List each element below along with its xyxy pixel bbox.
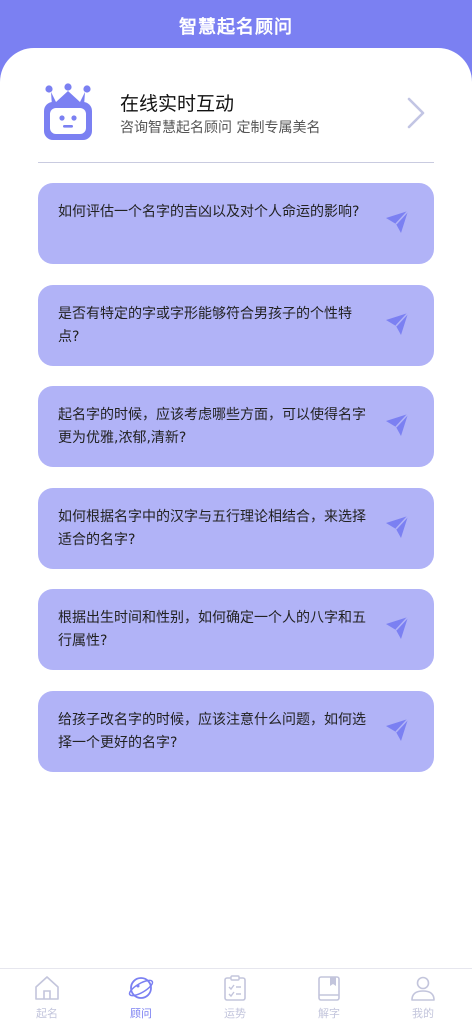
planet-icon (128, 977, 154, 999)
tab-label: 我的 (412, 1007, 434, 1020)
send-icon[interactable] (384, 514, 410, 540)
question-card[interactable]: 根据出生时间和性别，如何确定一个人的八字和五行属性? (38, 589, 434, 670)
send-icon[interactable] (384, 717, 410, 743)
book-icon (318, 976, 340, 1001)
question-text: 如何评估一个名字的吉凶以及对个人命运的影响? (58, 204, 360, 220)
question-card[interactable]: 如何根据名字中的汉字与五行理论相结合，来选择适合的名字? (38, 487, 434, 569)
tab-label: 顾问 (130, 1007, 152, 1020)
tab-naming[interactable]: 起名 (0, 969, 94, 1025)
tab-label: 解字 (318, 1007, 340, 1020)
banner-subtitle: 咨询智慧起名顾问 定制专属美名 (120, 120, 321, 136)
page-title: 智慧起名顾问 (179, 17, 293, 38)
question-text: 根据出生时间和性别，如何确定一个人的八字和五行属性? (58, 610, 366, 649)
tab-advisor[interactable]: 顾问 (94, 969, 188, 1025)
send-icon[interactable] (384, 209, 410, 235)
divider (38, 162, 434, 163)
bottom-tab-bar: 起名 顾问 运势 解字 我的 (0, 968, 472, 1025)
question-text: 给孩子改名字的时候，应该注意什么问题，如何选择一个更好的名字? (58, 711, 366, 751)
question-list: 如何评估一个名字的吉凶以及对个人命运的影响? 是否有特定的字或字形能够符合男孩子… (38, 183, 434, 792)
send-icon[interactable] (384, 615, 410, 641)
question-card[interactable]: 给孩子改名字的时候，应该注意什么问题，如何选择一个更好的名字? (38, 690, 434, 772)
tab-fortune[interactable]: 运势 (188, 969, 282, 1025)
chevron-right-icon[interactable] (406, 96, 426, 130)
send-icon[interactable] (384, 412, 410, 438)
question-text: 起名字的时候，应该考虑哪些方面，可以使得名字更为优雅,浓郁,清新? (58, 407, 366, 446)
question-card[interactable]: 如何评估一个名字的吉凶以及对个人命运的影响? (38, 183, 434, 264)
banner-title: 在线实时互动 (120, 93, 235, 115)
user-icon (411, 976, 435, 1001)
send-icon[interactable] (384, 311, 410, 337)
tab-character[interactable]: 解字 (282, 969, 376, 1025)
home-icon (35, 976, 59, 1000)
tab-label: 运势 (224, 1007, 246, 1020)
question-card[interactable]: 起名字的时候，应该考虑哪些方面，可以使得名字更为优雅,浓郁,清新? (38, 386, 434, 467)
question-card[interactable]: 是否有特定的字或字形能够符合男孩子的个性特点? (38, 284, 434, 366)
clipboard-icon (224, 975, 246, 1001)
live-chat-banner[interactable]: 在线实时互动 咨询智慧起名顾问 定制专属美名 (38, 80, 434, 150)
robot-icon (44, 83, 92, 140)
tab-profile[interactable]: 我的 (376, 969, 470, 1025)
tab-label: 起名 (36, 1007, 58, 1020)
question-text: 如何根据名字中的汉字与五行理论相结合，来选择适合的名字? (58, 508, 366, 548)
question-text: 是否有特定的字或字形能够符合男孩子的个性特点? (58, 305, 352, 345)
